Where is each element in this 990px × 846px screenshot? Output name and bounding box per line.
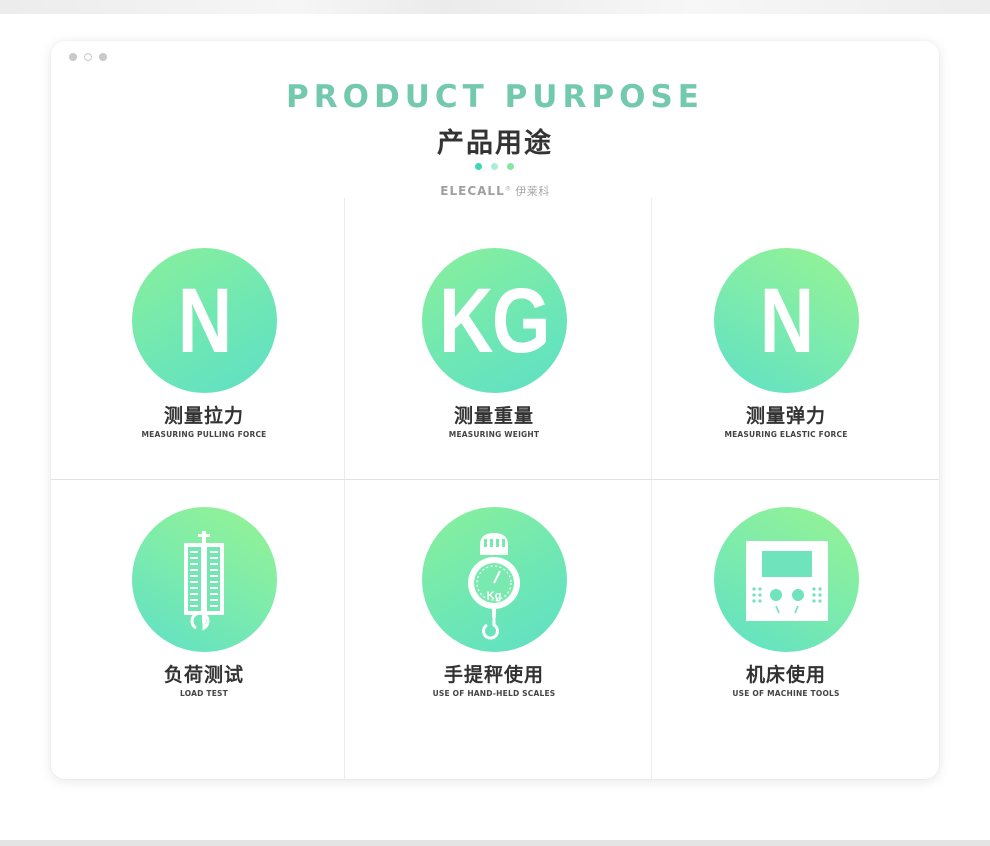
item-title-en: LOAD TEST [180, 689, 228, 698]
purpose-item-pulling-force: N 测量拉力 MEASURING PULLING FORCE [58, 248, 350, 439]
letter-n-icon: N [713, 248, 859, 393]
icon-letter: N [177, 269, 233, 372]
item-title-cn: 测量重量 [453, 405, 534, 427]
dot-icon [491, 163, 498, 170]
bottom-band [0, 840, 990, 846]
window-dot-icon [84, 53, 92, 61]
grid-divider-horizontal [51, 479, 939, 480]
item-title-cn: 机床使用 [745, 664, 826, 686]
machine-panel-icon [713, 507, 859, 652]
product-purpose-card: PRODUCT PURPOSE 产品用途 ELECALL® 伊莱科 N 测量拉力… [51, 41, 939, 779]
top-band [0, 0, 990, 14]
window-dot-icon [99, 53, 107, 61]
purpose-item-elastic-force: N 测量弹力 MEASURING ELASTIC FORCE [640, 248, 932, 439]
item-title-en: USE OF HAND-HELD SCALES [432, 689, 556, 698]
hanging-scale-icon: Kg [421, 507, 567, 652]
letters-kg-icon: KG [421, 248, 567, 393]
window-dots [69, 53, 107, 61]
item-title-cn: 负荷测试 [163, 664, 244, 686]
brand-registered-mark: ® [504, 185, 512, 193]
title-english: PRODUCT PURPOSE [286, 79, 704, 115]
item-title-en: MEASURING PULLING FORCE [141, 430, 267, 439]
letter-n-icon: N [131, 248, 277, 393]
brand-logo: ELECALL® 伊莱科 [51, 183, 939, 199]
item-title-cn: 测量拉力 [163, 405, 244, 427]
item-title-cn: 测量弹力 [745, 405, 826, 427]
window-dot-icon [69, 53, 77, 61]
item-title-cn: 手提秤使用 [443, 664, 544, 686]
scale-unit-label: Kg [486, 590, 501, 602]
purpose-item-hand-held-scales: Kg 手提秤使用 USE OF HAND-HELD SCALES [348, 507, 640, 698]
title-chinese: 产品用途 [437, 128, 553, 159]
dot-icon [507, 163, 514, 170]
purpose-item-weight: KG 测量重量 MEASURING WEIGHT [348, 248, 640, 439]
icon-letter: KG [439, 269, 551, 372]
item-title-en: USE OF MACHINE TOOLS [732, 689, 840, 698]
dot-icon [475, 163, 482, 170]
spring-scale-icon [131, 507, 277, 652]
icon-letter: N [759, 269, 815, 372]
brand-name-cn: 伊莱科 [515, 185, 550, 198]
item-title-en: MEASURING ELASTIC FORCE [724, 430, 848, 439]
title-dots [475, 163, 514, 170]
item-title-en: MEASURING WEIGHT [448, 430, 540, 439]
purpose-item-load-test: 负荷测试 LOAD TEST [58, 507, 350, 698]
brand-name-en: ELECALL [440, 184, 505, 198]
purpose-item-machine-tools: 机床使用 USE OF MACHINE TOOLS [640, 507, 932, 698]
